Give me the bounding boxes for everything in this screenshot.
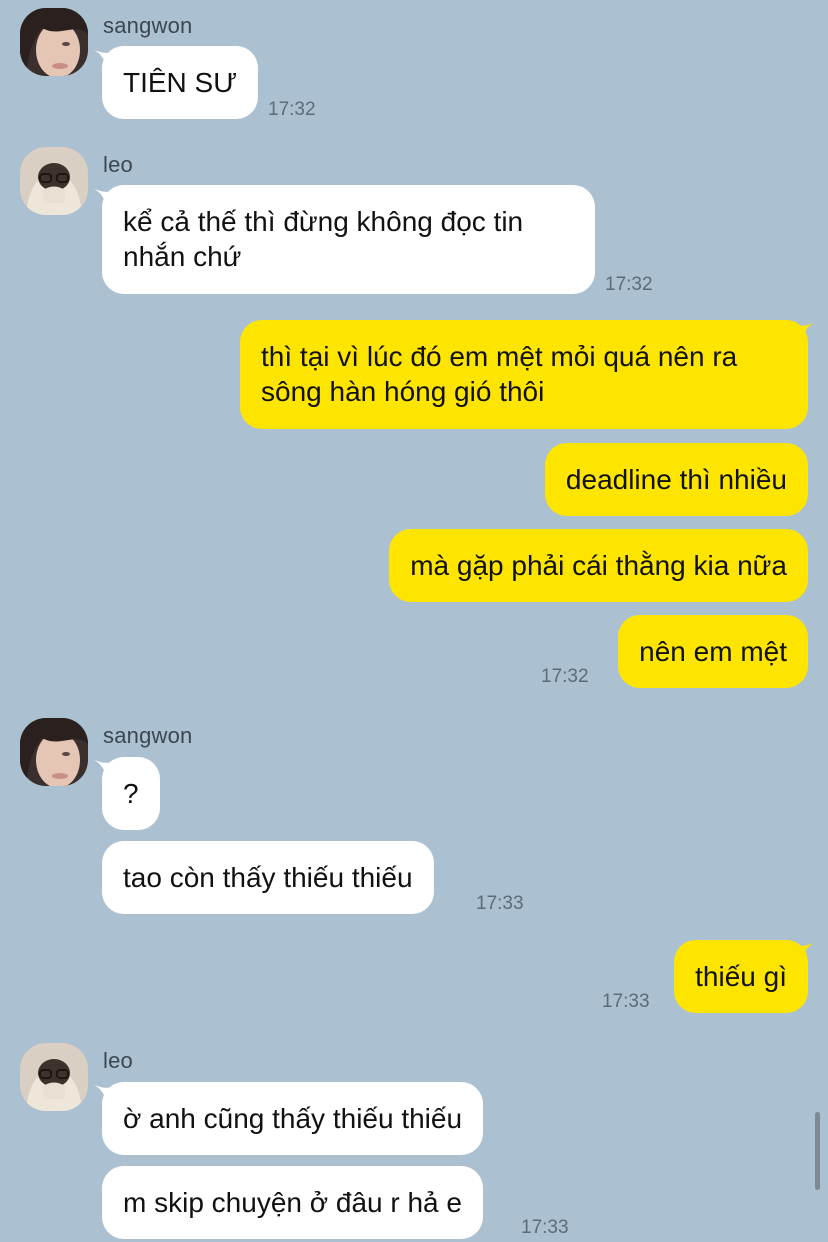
message-bubble[interactable]: ờ anh cũng thấy thiếu thiếu xyxy=(102,1082,484,1155)
sender-name: leo xyxy=(103,152,133,177)
message-bubble[interactable]: mà gặp phải cái thằng kia nữa xyxy=(389,529,808,602)
scrollbar[interactable] xyxy=(815,1112,820,1190)
sangwon-avatar[interactable] xyxy=(20,8,88,76)
message-time: 17:32 xyxy=(541,666,589,687)
message-time: 17:33 xyxy=(602,991,650,1012)
chat-room: sangwon TIÊN SƯ 17:32 leo kể cả thế thì … xyxy=(0,0,828,1242)
message-time: 17:32 xyxy=(605,274,653,295)
message-bubble[interactable]: deadline thì nhiều xyxy=(544,443,808,516)
sangwon-avatar[interactable] xyxy=(20,718,88,786)
leo-avatar[interactable] xyxy=(20,1043,88,1111)
message-bubble[interactable]: tao còn thấy thiếu thiếu xyxy=(102,841,434,914)
message-bubble[interactable]: thì tại vì lúc đó em mệt mỏi quá nên ra … xyxy=(240,320,808,429)
message-time: 17:32 xyxy=(268,99,316,120)
message-time: 17:33 xyxy=(521,1217,569,1238)
sender-name: sangwon xyxy=(103,13,193,38)
message-bubble[interactable]: ? xyxy=(102,757,160,830)
sender-name: leo xyxy=(103,1048,133,1073)
leo-avatar[interactable] xyxy=(20,147,88,215)
sender-name: sangwon xyxy=(103,723,193,748)
message-bubble[interactable]: m skip chuyện ở đâu r hả e xyxy=(102,1166,483,1239)
message-time: 17:33 xyxy=(476,893,524,914)
message-bubble[interactable]: thiếu gì xyxy=(674,940,808,1013)
message-bubble[interactable]: kể cả thế thì đừng không đọc tin nhắn ch… xyxy=(102,185,595,294)
message-bubble[interactable]: TIÊN SƯ xyxy=(102,46,259,119)
message-bubble[interactable]: nên em mệt xyxy=(618,615,808,688)
